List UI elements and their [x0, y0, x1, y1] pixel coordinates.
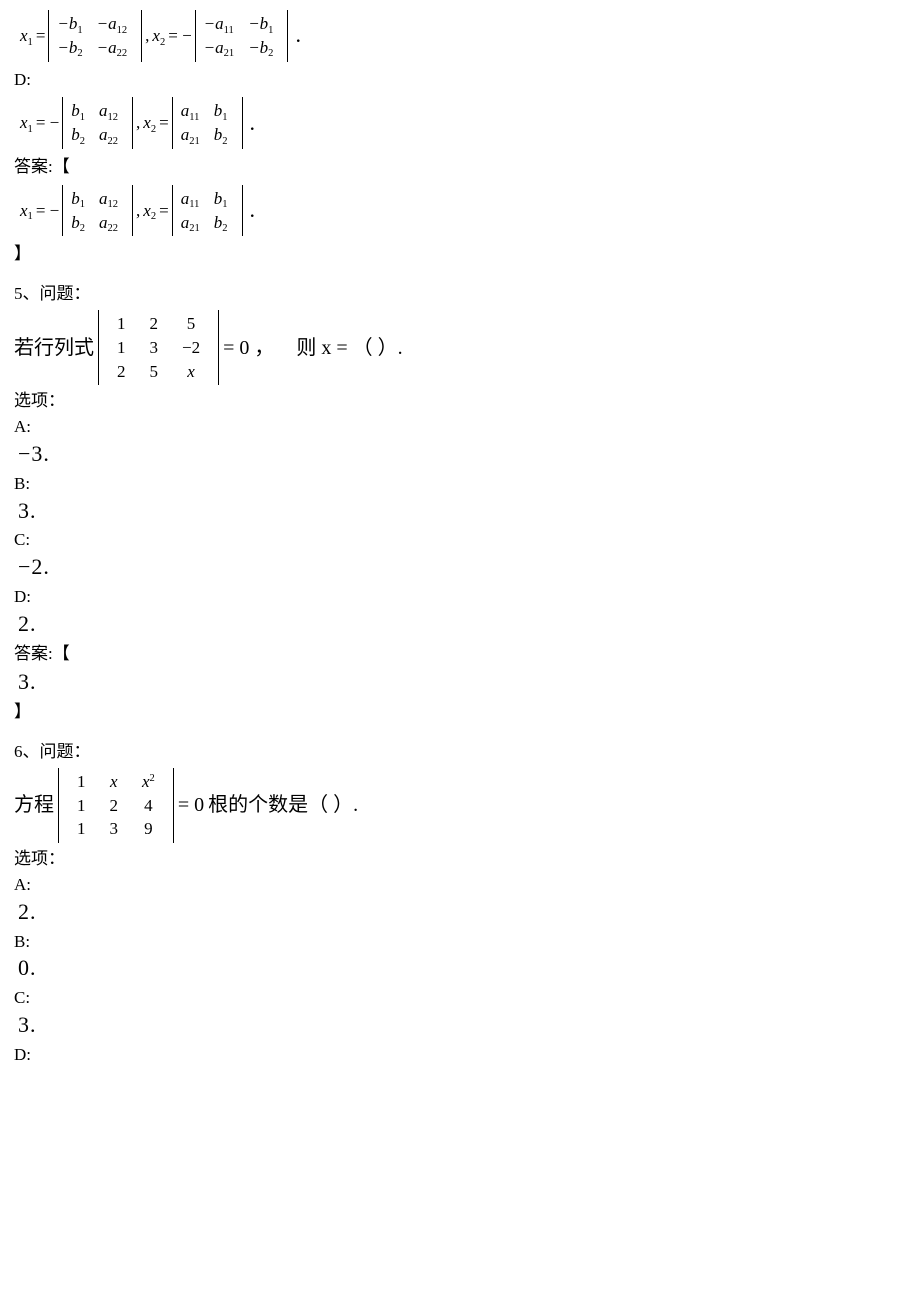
q5-optD-label: D:	[14, 585, 906, 609]
q6-options-label: 选项：	[14, 847, 906, 871]
q4-option-c-equation: x1 = −b1−a12 −b2−a22 , x2 = − −a11−b1 −a…	[20, 10, 906, 62]
q6-pre: 方程	[14, 791, 54, 819]
q6-mid: = 0	[178, 791, 204, 819]
q4-answer-close: 】	[14, 242, 906, 266]
q6-optD-label: D:	[14, 1043, 906, 1067]
q5-optC-label: C:	[14, 528, 906, 552]
q5-post: 则 x = （ ）.	[296, 334, 402, 362]
q5-stem: 若行列式 125 13−2 25x = 0 ， 则 x = （ ）.	[14, 310, 906, 385]
q5-answer-close: 】	[14, 700, 906, 724]
q5-optC-value: −2.	[14, 552, 906, 583]
q6-stem: 方程 1xx2 124 139 = 0 根的个数是（ ）.	[14, 768, 906, 843]
q5-answer-open: 答案:【	[14, 642, 906, 666]
q5-optA-label: A:	[14, 415, 906, 439]
q4-option-d-label: D:	[14, 68, 906, 92]
q6-optA-value: 2.	[14, 897, 906, 928]
q6-optC-value: 3.	[14, 1010, 906, 1041]
var-x1: x	[20, 26, 28, 45]
q6-optB-label: B:	[14, 930, 906, 954]
q6-header: 6、问题：	[14, 740, 906, 764]
q6-post: 根的个数是（ ）.	[208, 791, 358, 819]
q6-optC-label: C:	[14, 986, 906, 1010]
q5-answer-value: 3.	[14, 667, 906, 698]
q5-optB-value: 3.	[14, 496, 906, 527]
q6-optA-label: A:	[14, 873, 906, 897]
q5-optD-value: 2.	[14, 609, 906, 640]
q4-option-d-equation: x1 = − b1a12 b2a22 , x2 = a11b1 a21b2 .	[20, 97, 906, 149]
q6-optB-value: 0.	[14, 953, 906, 984]
q5-mid: = 0 ，	[223, 334, 274, 362]
q4-answer-open: 答案:【	[14, 155, 906, 179]
q5-optB-label: B:	[14, 472, 906, 496]
q5-header: 5、问题：	[14, 282, 906, 306]
q5-pre: 若行列式	[14, 334, 94, 362]
q4-answer-equation: x1 = − b1a12 b2a22 , x2 = a11b1 a21b2 .	[20, 185, 906, 237]
q5-optA-value: −3.	[14, 439, 906, 470]
q5-options-label: 选项：	[14, 389, 906, 413]
